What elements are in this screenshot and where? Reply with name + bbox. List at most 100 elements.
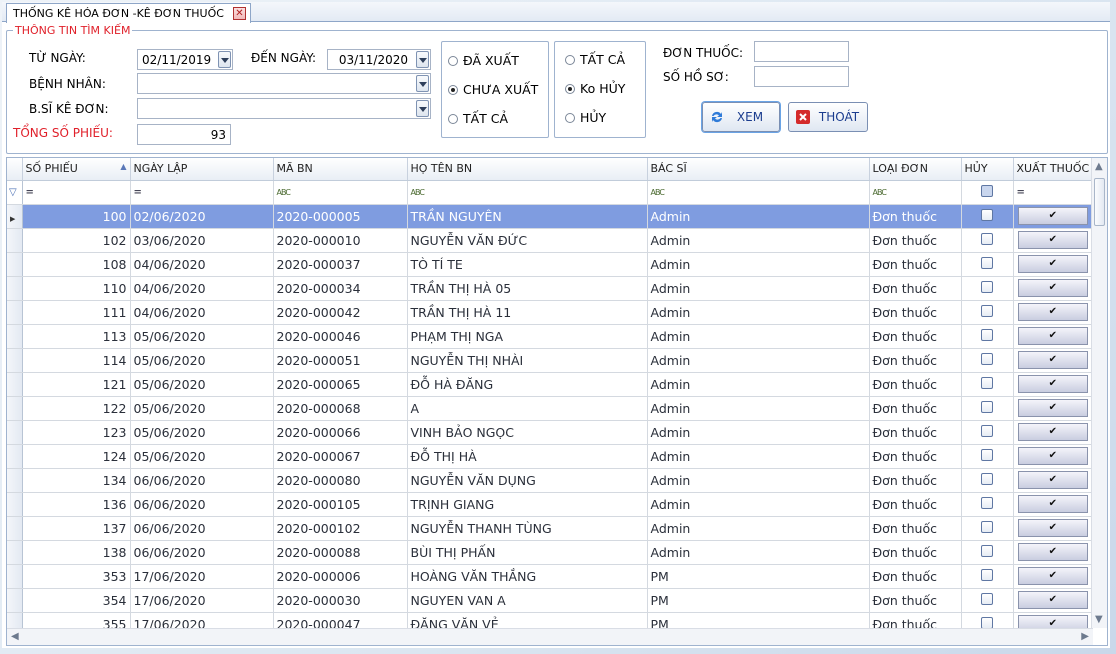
table-cell[interactable]: ĐỖ HÀ ĐĂNG <box>407 372 648 397</box>
table-cell[interactable]: 2020-000046 <box>273 324 408 349</box>
table-cell[interactable]: 108 <box>22 252 131 277</box>
row-indicator[interactable] <box>7 444 23 469</box>
close-icon[interactable]: ✕ <box>232 7 246 20</box>
table-cell[interactable]: 121 <box>22 372 131 397</box>
table-cell[interactable]: 354 <box>22 588 131 613</box>
checkbox-icon[interactable] <box>981 400 993 413</box>
row-indicator[interactable] <box>7 372 23 397</box>
table-cell[interactable]: 113 <box>22 324 131 349</box>
checkbox-icon[interactable] <box>981 520 993 533</box>
export-button[interactable]: ✔ <box>1017 471 1088 489</box>
filter-cell[interactable]: = <box>22 180 131 205</box>
table-row[interactable]: 134 06/06/2020 2020-000080 NGUYỄN VĂN DỤNG A… <box>7 468 1094 493</box>
table-row[interactable]: 354 17/06/2020 2020-000030 NGUYEN VAN A PM Đơ… <box>7 588 1094 613</box>
table-cell[interactable]: Đơn thuốc <box>869 396 962 421</box>
table-cell[interactable]: 05/06/2020 <box>130 420 274 445</box>
table-cell[interactable]: 2020-000067 <box>273 444 408 469</box>
table-cell[interactable]: Đơn thuốc <box>869 324 962 349</box>
table-cell[interactable]: Admin <box>647 540 870 565</box>
table-cell[interactable]: 05/06/2020 <box>130 444 274 469</box>
export-button[interactable]: ✔ <box>1017 279 1088 297</box>
table-cell[interactable]: Đơn thuốc <box>869 372 962 397</box>
col-header-ho-ten[interactable]: HỌ TÊN BN <box>407 158 648 181</box>
table-cell[interactable]: ĐỖ THỊ HÀ <box>407 444 648 469</box>
row-indicator[interactable] <box>7 564 23 589</box>
export-button[interactable]: ✔ <box>1017 423 1088 441</box>
table-cell[interactable]: Đơn thuốc <box>869 468 962 493</box>
table-cell[interactable]: 04/06/2020 <box>130 252 274 277</box>
checkbox-icon[interactable] <box>981 544 993 557</box>
table-cell[interactable]: 17/06/2020 <box>130 588 274 613</box>
table-cell[interactable]: 2020-000005 <box>273 204 408 229</box>
filter-cell[interactable]: ABC <box>273 180 408 205</box>
table-cell[interactable]: HOÀNG VĂN THẮNG <box>407 564 648 589</box>
export-button[interactable]: ✔ <box>1017 495 1088 513</box>
table-cell[interactable]: 17/06/2020 <box>130 564 274 589</box>
row-indicator[interactable] <box>7 252 23 277</box>
checkbox-icon[interactable] <box>981 232 993 245</box>
col-header-xuat-thuoc[interactable]: XUẤT THUỐC <box>1013 158 1094 181</box>
row-indicator[interactable] <box>7 588 23 613</box>
table-cell[interactable]: Admin <box>647 468 870 493</box>
scroll-up-icon[interactable]: ▲ <box>1095 161 1103 172</box>
table-row[interactable]: 124 05/06/2020 2020-000067 ĐỖ THỊ HÀ Admin Đơ… <box>7 444 1094 469</box>
export-button[interactable]: ✔ <box>1017 447 1088 465</box>
radio-not-cancelled[interactable]: Ko HỦY <box>565 81 625 96</box>
table-cell[interactable]: 124 <box>22 444 131 469</box>
table-cell[interactable]: 2020-000010 <box>273 228 408 253</box>
col-header-bac-si[interactable]: BÁC SĨ <box>647 158 870 181</box>
checkbox-icon[interactable] <box>981 472 993 485</box>
row-indicator[interactable] <box>7 420 23 445</box>
export-button[interactable]: ✔ <box>1017 375 1088 393</box>
table-cell[interactable]: NGUYỄN THANH TÙNG <box>407 516 648 541</box>
checkbox-icon[interactable] <box>981 328 993 341</box>
table-cell[interactable]: 06/06/2020 <box>130 468 274 493</box>
chevron-down-icon[interactable] <box>416 100 429 117</box>
row-indicator[interactable] <box>7 396 23 421</box>
table-cell[interactable]: 05/06/2020 <box>130 396 274 421</box>
table-cell[interactable]: VINH BẢO NGỌC <box>407 420 648 445</box>
table-cell[interactable]: TRẦN THỊ HÀ 11 <box>407 300 648 325</box>
table-cell[interactable]: 04/06/2020 <box>130 300 274 325</box>
filter-cell[interactable]: ABC <box>647 180 870 205</box>
table-cell[interactable]: PM <box>647 588 870 613</box>
col-header-huy[interactable]: HỦY <box>961 158 1014 181</box>
table-cell[interactable]: Admin <box>647 276 870 301</box>
table-row[interactable]: 137 06/06/2020 2020-000102 NGUYỄN THANH TÙN… <box>7 516 1094 541</box>
horizontal-scrollbar[interactable]: ◀ ▶ <box>7 628 1093 645</box>
table-cell[interactable]: 2020-000088 <box>273 540 408 565</box>
table-cell[interactable]: 114 <box>22 348 131 373</box>
prescription-input[interactable] <box>754 41 849 62</box>
table-cell[interactable]: 137 <box>22 516 131 541</box>
table-cell[interactable]: Admin <box>647 372 870 397</box>
radio-cancelled[interactable]: HỦY <box>565 110 606 125</box>
table-row[interactable]: 136 06/06/2020 2020-000105 TRỊNH GIANG Admin… <box>7 492 1094 517</box>
table-row[interactable]: 113 05/06/2020 2020-000046 PHẠM THỊ NGA Admi… <box>7 324 1094 349</box>
table-cell[interactable]: TRẦN THỊ HÀ 05 <box>407 276 648 301</box>
to-date-picker[interactable]: 03/11/2020 <box>327 49 431 70</box>
table-cell[interactable]: Đơn thuốc <box>869 420 962 445</box>
chevron-down-icon[interactable] <box>218 51 231 68</box>
table-cell[interactable]: Admin <box>647 252 870 277</box>
doctor-combo[interactable] <box>137 98 431 119</box>
table-cell[interactable]: BÙI THỊ PHẤN <box>407 540 648 565</box>
table-cell[interactable]: Admin <box>647 516 870 541</box>
table-cell[interactable]: 2020-000030 <box>273 588 408 613</box>
table-cell[interactable]: TÒ TÍ TE <box>407 252 648 277</box>
table-cell[interactable]: Đơn thuốc <box>869 540 962 565</box>
checkbox-icon[interactable] <box>981 568 993 581</box>
checkbox-icon[interactable] <box>981 448 993 461</box>
table-cell[interactable]: Admin <box>647 492 870 517</box>
table-cell[interactable]: 2020-000068 <box>273 396 408 421</box>
scroll-down-icon[interactable]: ▼ <box>1095 614 1103 625</box>
table-cell[interactable]: 123 <box>22 420 131 445</box>
table-cell[interactable]: Admin <box>647 348 870 373</box>
table-row[interactable]: 102 03/06/2020 2020-000010 NGUYỄN VĂN ĐỨC Ad… <box>7 228 1094 253</box>
radio-exported[interactable]: ĐÃ XUẤT <box>448 53 519 68</box>
table-row[interactable]: 114 05/06/2020 2020-000051 NGUYỄN THỊ NHÀI A… <box>7 348 1094 373</box>
table-cell[interactable]: 122 <box>22 396 131 421</box>
table-cell[interactable]: Admin <box>647 444 870 469</box>
table-row[interactable]: ▶ 100 02/06/2020 2020-000005 TRẦN NGUYÊN Admi… <box>7 204 1094 229</box>
table-cell[interactable]: 2020-000102 <box>273 516 408 541</box>
radio-export-all[interactable]: TẤT CẢ <box>448 111 508 126</box>
